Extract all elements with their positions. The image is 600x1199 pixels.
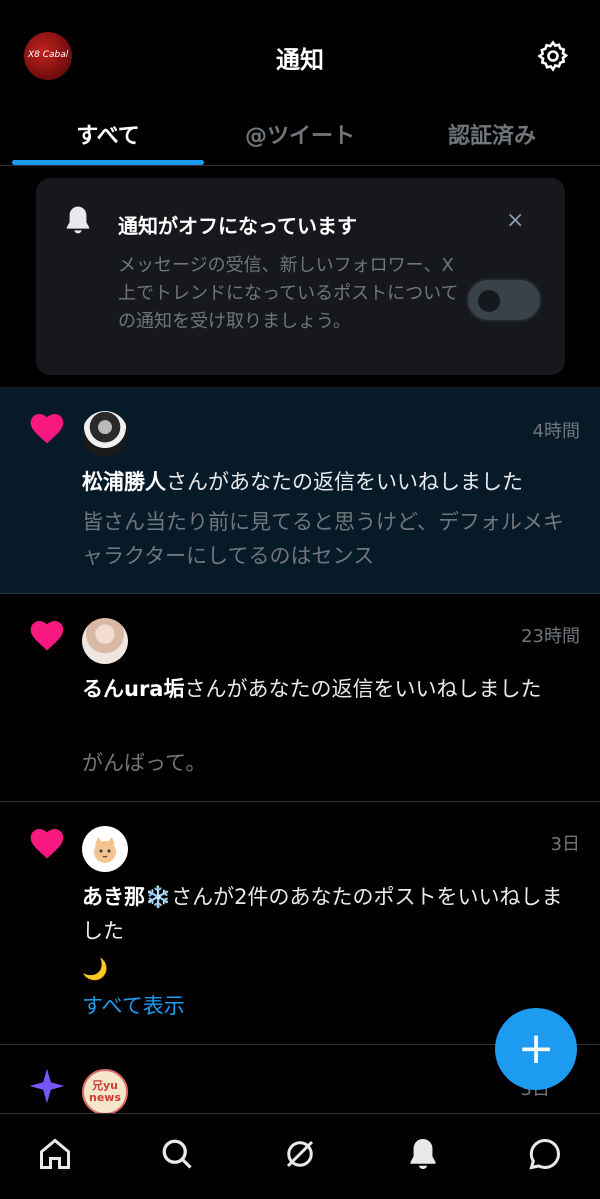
avatar[interactable] — [82, 826, 128, 872]
close-icon[interactable]: × — [506, 208, 524, 233]
avatar[interactable] — [82, 411, 128, 457]
page-title: 通知 — [276, 46, 324, 74]
timestamp: 3日 — [550, 834, 580, 855]
action-text: さんがあなたの返信をいいねしました — [166, 470, 523, 494]
avatar[interactable]: 兄yu news — [82, 1069, 128, 1113]
show-all-link[interactable]: すべて表示 — [82, 990, 185, 1020]
grok-icon[interactable] — [282, 1136, 318, 1172]
notification-text: あき那❄️さんが2件のあなたのポストをいいねしました — [82, 880, 582, 948]
tab-bar: すべて @ツイート 認証済み — [0, 104, 600, 166]
toggle-knob — [478, 290, 500, 312]
heart-icon — [30, 413, 64, 444]
action-text: さんがあなたの返信をいいねしました — [184, 677, 542, 701]
notice-title: 通知がオフになっています — [118, 214, 357, 238]
tab-verified[interactable]: 認証済み — [396, 118, 588, 150]
user-name[interactable]: あき那❄️ — [82, 885, 171, 909]
sparkle-icon — [29, 1068, 65, 1104]
home-icon[interactable] — [37, 1136, 73, 1172]
messages-icon[interactable] — [527, 1136, 563, 1172]
bell-icon — [66, 206, 90, 234]
notification-item[interactable]: 3日 あき那❄️さんが2件のあなたのポストをいいねしました 🌙 すべて表示 — [0, 802, 600, 1045]
post-preview: 🌙 — [82, 957, 109, 981]
user-name[interactable]: 松浦勝人 — [82, 470, 166, 494]
tab-all[interactable]: すべて — [12, 118, 204, 150]
notification-item[interactable]: 4時間 松浦勝人さんがあなたの返信をいいねしました 皆さん当たり前に見てると思う… — [0, 387, 600, 594]
search-icon[interactable] — [159, 1136, 195, 1172]
avatar[interactable] — [82, 618, 128, 664]
notifications-off-card: 通知がオフになっています × メッセージの受信、新しいフォロワー、X上でトレンド… — [36, 178, 565, 375]
active-tab-indicator — [12, 160, 204, 165]
timestamp: 23時間 — [521, 626, 580, 647]
notice-body: メッセージの受信、新しいフォロワー、X上でトレンドになっているポストについての通… — [118, 255, 459, 332]
avatar-text: 兄yu news — [88, 1079, 121, 1104]
post-preview: がんばって。 — [82, 751, 207, 775]
user-name[interactable]: るんura垢 — [82, 677, 184, 701]
compose-button[interactable]: + — [495, 1008, 577, 1090]
notifications-toggle[interactable] — [466, 278, 542, 322]
bell-icon[interactable] — [405, 1136, 441, 1172]
heart-icon — [30, 620, 64, 651]
heart-icon — [30, 828, 64, 859]
cat-avatar-icon — [94, 837, 116, 863]
timestamp: 4時間 — [532, 421, 580, 442]
notification-item[interactable]: 23時間 るんura垢さんがあなたの返信をいいねしました がんばって。 — [0, 594, 600, 802]
bottom-nav — [0, 1113, 600, 1199]
post-preview: 皆さん当たり前に見てると思うけど、デフォルメキャラクターにしてるのはセンス — [82, 510, 564, 568]
notification-text: るんura垢さんがあなたの返信をいいねしました — [82, 672, 582, 706]
top-bar: X8 Cabal 通知 — [0, 0, 600, 110]
tab-mentions[interactable]: @ツイート — [204, 118, 396, 150]
notification-text: 松浦勝人さんがあなたの返信をいいねしました — [82, 465, 582, 499]
gear-icon[interactable] — [536, 39, 570, 73]
